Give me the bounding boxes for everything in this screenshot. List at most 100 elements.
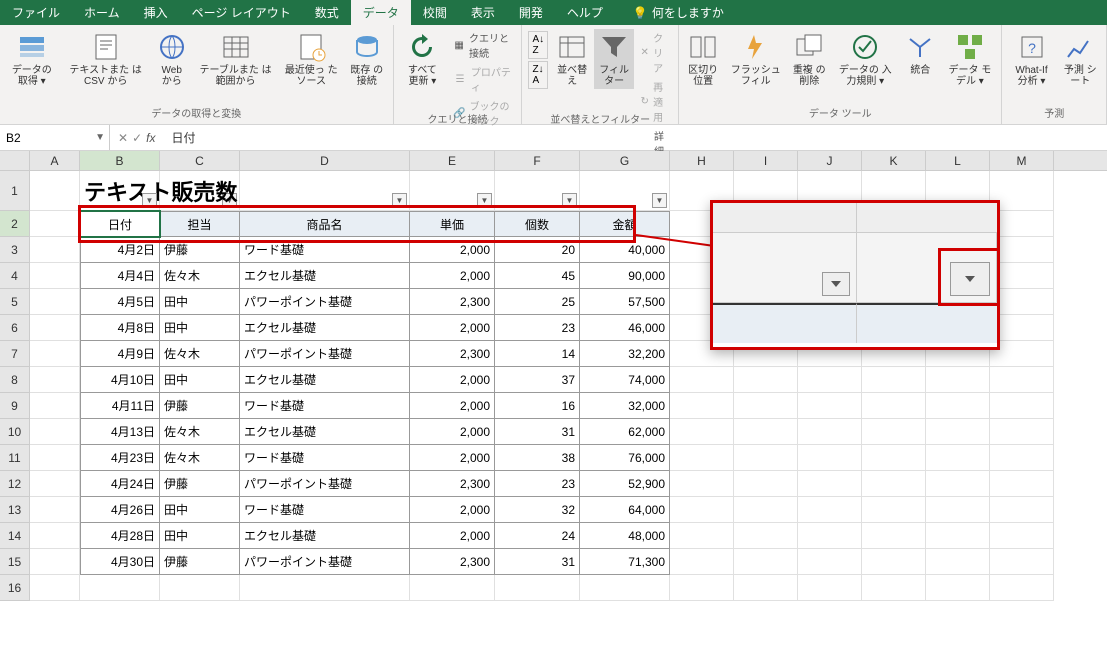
empty-cell[interactable]: [926, 393, 990, 419]
empty-cell[interactable]: [670, 471, 734, 497]
cell-qty[interactable]: 24: [495, 523, 580, 549]
zoom-filter-dropdown-1[interactable]: [822, 272, 850, 296]
cell-A[interactable]: [30, 419, 80, 445]
cell-price[interactable]: 2,000: [410, 523, 495, 549]
cell-person[interactable]: 伊藤: [160, 393, 240, 419]
cell-product[interactable]: ワード基礎: [240, 237, 410, 263]
tab-review[interactable]: 校閲: [411, 0, 459, 25]
cell-date[interactable]: 4月5日: [80, 289, 160, 315]
tab-page-layout[interactable]: ページ レイアウト: [180, 0, 303, 25]
empty-cell[interactable]: [926, 445, 990, 471]
cell-date[interactable]: 4月26日: [80, 497, 160, 523]
cell-amount[interactable]: 57,500: [580, 289, 670, 315]
cell-product[interactable]: パワーポイント基礎: [240, 549, 410, 575]
cell-price[interactable]: 2,300: [410, 289, 495, 315]
header-amount[interactable]: 金額: [580, 211, 670, 237]
consolidate-button[interactable]: 統合: [900, 29, 940, 78]
col-I[interactable]: I: [734, 151, 798, 170]
queries-connections-button[interactable]: ▦クエリと接続: [449, 29, 517, 61]
cell-date[interactable]: 4月28日: [80, 523, 160, 549]
cell-price[interactable]: 2,000: [410, 367, 495, 393]
row-header[interactable]: 5: [0, 289, 30, 315]
row-header[interactable]: 6: [0, 315, 30, 341]
cell-A[interactable]: [30, 237, 80, 263]
cell-date[interactable]: 4月2日: [80, 237, 160, 263]
cell-date[interactable]: 4月13日: [80, 419, 160, 445]
cell-amount[interactable]: 46,000: [580, 315, 670, 341]
cell-price[interactable]: 2,000: [410, 445, 495, 471]
empty-cell[interactable]: [798, 549, 862, 575]
col-D[interactable]: D: [240, 151, 410, 170]
row-header[interactable]: 16: [0, 575, 30, 601]
cell-price[interactable]: 2,300: [410, 341, 495, 367]
tab-data[interactable]: データ: [351, 0, 411, 25]
row-header[interactable]: 10: [0, 419, 30, 445]
cell-D16[interactable]: [240, 575, 410, 601]
cell-product[interactable]: エクセル基礎: [240, 315, 410, 341]
filter-dropdown-icon[interactable]: ▼: [477, 193, 492, 208]
cell-A[interactable]: [30, 471, 80, 497]
col-H[interactable]: H: [670, 151, 734, 170]
cell-amount[interactable]: 71,300: [580, 549, 670, 575]
filter-dropdown-icon[interactable]: ▼: [652, 193, 667, 208]
cell-A[interactable]: [30, 289, 80, 315]
col-F[interactable]: F: [495, 151, 580, 170]
cell-amount[interactable]: 64,000: [580, 497, 670, 523]
cell-amount[interactable]: 32,200: [580, 341, 670, 367]
cell-B16[interactable]: [80, 575, 160, 601]
flash-fill-button[interactable]: フラッシュ フィル: [725, 29, 786, 89]
cell-qty[interactable]: 37: [495, 367, 580, 393]
cell-A1[interactable]: [30, 171, 80, 211]
cell-G16[interactable]: [580, 575, 670, 601]
cell-date[interactable]: 4月30日: [80, 549, 160, 575]
row-header[interactable]: 11: [0, 445, 30, 471]
empty-cell[interactable]: [670, 549, 734, 575]
cell-F16[interactable]: [495, 575, 580, 601]
cell-qty[interactable]: 32: [495, 497, 580, 523]
cell-product[interactable]: ワード基礎: [240, 393, 410, 419]
cell-F1[interactable]: ▼: [495, 171, 580, 211]
empty-cell[interactable]: [862, 419, 926, 445]
data-validation-button[interactable]: データの 入力規則 ▾: [832, 29, 898, 89]
empty-cell[interactable]: [926, 419, 990, 445]
col-C[interactable]: C: [160, 151, 240, 170]
cancel-formula-button[interactable]: ✕: [118, 131, 128, 145]
empty-cell[interactable]: [926, 367, 990, 393]
whatif-button[interactable]: ? What-If 分析 ▾: [1006, 29, 1056, 89]
cell-person[interactable]: 佐々木: [160, 445, 240, 471]
empty-cell[interactable]: [990, 575, 1054, 601]
cell-qty[interactable]: 31: [495, 549, 580, 575]
cell-A[interactable]: [30, 523, 80, 549]
cell-A[interactable]: [30, 263, 80, 289]
cell-amount[interactable]: 40,000: [580, 237, 670, 263]
data-model-button[interactable]: データ モ デル ▾: [942, 29, 997, 89]
empty-cell[interactable]: [990, 419, 1054, 445]
cell-C16[interactable]: [160, 575, 240, 601]
empty-cell[interactable]: [990, 471, 1054, 497]
empty-cell[interactable]: [926, 575, 990, 601]
col-M[interactable]: M: [990, 151, 1054, 170]
empty-cell[interactable]: [798, 445, 862, 471]
row-header[interactable]: 1: [0, 171, 30, 211]
name-box[interactable]: B2 ▼: [0, 125, 110, 150]
filter-dropdown-icon[interactable]: ▼: [392, 193, 407, 208]
from-csv-button[interactable]: テキストまた は CSV から: [62, 29, 150, 89]
cell-product[interactable]: ワード基礎: [240, 497, 410, 523]
empty-cell[interactable]: [798, 367, 862, 393]
header-price[interactable]: 単価: [410, 211, 495, 237]
sort-asc-button[interactable]: A↓Z: [528, 31, 548, 59]
cell-qty[interactable]: 45: [495, 263, 580, 289]
empty-cell[interactable]: [734, 575, 798, 601]
cell-date[interactable]: 4月8日: [80, 315, 160, 341]
cell-product[interactable]: パワーポイント基礎: [240, 471, 410, 497]
tab-view[interactable]: 表示: [459, 0, 507, 25]
header-person[interactable]: 担当: [160, 211, 240, 237]
existing-conn-button[interactable]: 既存 の接続: [345, 29, 389, 89]
zoom-filter-dropdown-2[interactable]: [950, 262, 990, 296]
cell-A16[interactable]: [30, 575, 80, 601]
empty-cell[interactable]: [734, 419, 798, 445]
empty-cell[interactable]: [990, 393, 1054, 419]
empty-cell[interactable]: [734, 471, 798, 497]
empty-cell[interactable]: [862, 523, 926, 549]
cell-qty[interactable]: 23: [495, 471, 580, 497]
